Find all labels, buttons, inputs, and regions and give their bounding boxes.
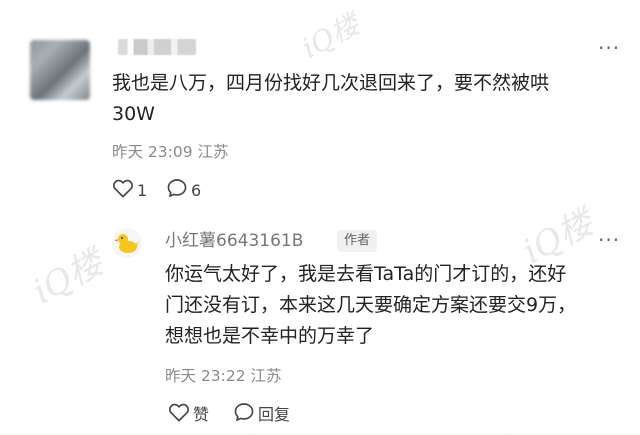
watermark: iQ楼 [296, 7, 365, 65]
reply-button[interactable]: 回复 [233, 402, 290, 427]
author-badge: 作者 [337, 230, 378, 252]
reply-count-button[interactable]: 6 [166, 178, 201, 203]
reply-label: 回复 [258, 404, 291, 424]
comment-meta: 昨天 23:09 江苏 [112, 142, 229, 162]
reply-time: 昨天 23:22 [165, 367, 246, 385]
avatar[interactable] [30, 40, 90, 100]
reply-text-line3: 想想也是不幸中的万幸了 [165, 325, 375, 347]
reply-like-button[interactable]: 赞 [168, 402, 209, 427]
heart-icon [112, 178, 134, 203]
comment-time: 昨天 23:09 [112, 143, 193, 161]
heart-icon [168, 402, 190, 427]
reply-count: 6 [191, 180, 202, 200]
comment-text-line2: 30W [112, 103, 155, 125]
reply-meta: 昨天 23:22 江苏 [165, 366, 282, 386]
reply-location: 江苏 [250, 367, 282, 385]
more-options-icon[interactable]: ··· [598, 38, 620, 58]
like-button[interactable]: 1 [112, 178, 147, 203]
reply-username[interactable]: 小红薯6643161B [165, 230, 303, 252]
reply-text-line2: 门还没有订，本来这几天要确定方案还要交9万， [165, 294, 577, 316]
username-redacted[interactable] [118, 39, 196, 55]
like-count: 1 [137, 180, 148, 200]
watermark: iQ楼 [26, 242, 110, 313]
more-options-icon[interactable]: ··· [598, 230, 620, 250]
reply-like-label: 赞 [193, 404, 210, 424]
duck-icon [114, 234, 139, 253]
reply-avatar[interactable] [112, 228, 142, 258]
comment-bubble-icon [166, 178, 188, 203]
comment-bubble-icon [233, 402, 255, 427]
comment-text-line1: 我也是八万，四月份找好几次退回来了，要不然被哄 [112, 72, 550, 94]
comment-location: 江苏 [197, 143, 229, 161]
reply-text-line1: 你运气太好了，我是去看TaTa的门才订的，还好 [165, 263, 567, 285]
